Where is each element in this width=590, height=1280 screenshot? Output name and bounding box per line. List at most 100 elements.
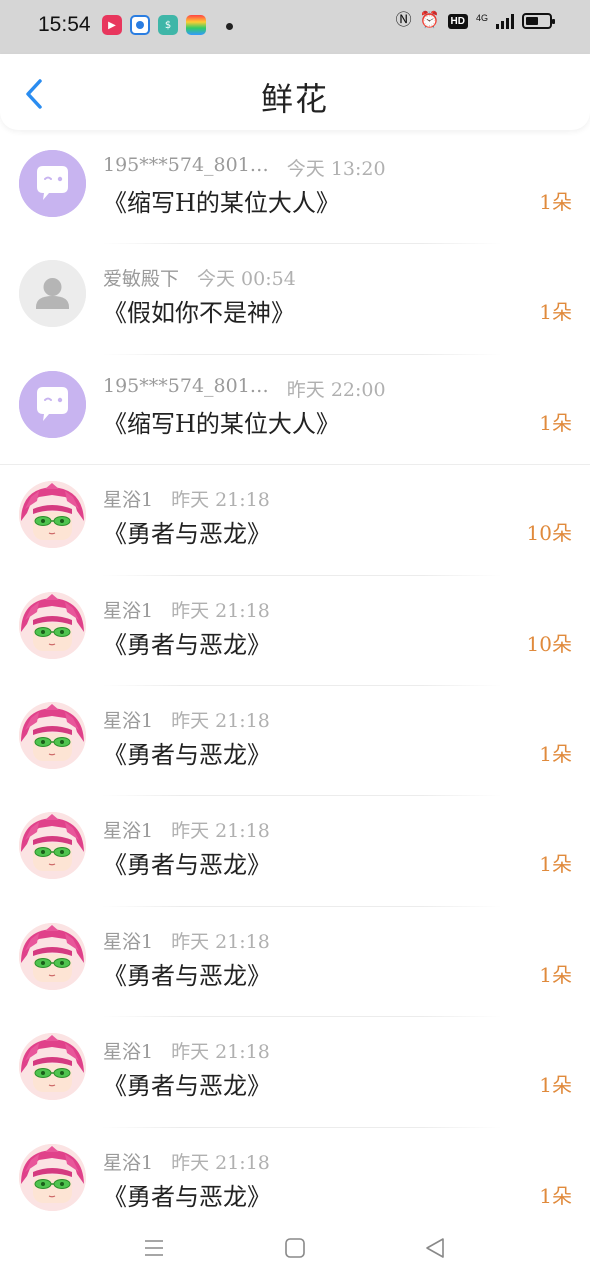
flower-count: 1朵 (539, 741, 572, 766)
sender-name[interactable]: 爱敏殿下 (103, 264, 179, 291)
flower-count: 1朵 (539, 852, 572, 877)
sender-name[interactable]: 195***574_801… (103, 154, 269, 181)
book-title[interactable]: 《勇者与恶龙》 (103, 1066, 271, 1101)
user-placeholder-icon (19, 260, 86, 328)
book-title[interactable]: 《勇者与恶龙》 (103, 1177, 271, 1212)
book-title[interactable]: 《勇者与恶龙》 (103, 514, 271, 549)
back-triangle-icon (426, 1238, 444, 1258)
sender-name[interactable]: 星浴1 (103, 927, 153, 954)
signal-icon (496, 13, 514, 29)
notification-icons: ▶ $ (102, 15, 206, 35)
flower-count: 1朵 (539, 300, 572, 325)
nfc-icon: Ⓝ (395, 12, 412, 29)
avatar[interactable] (19, 922, 86, 990)
security-app-icon: $ (158, 15, 178, 35)
flower-list-item[interactable]: 星浴1 昨天 21:18 《勇者与恶龙》 10朵 (0, 576, 590, 686)
flower-count: 1朵 (539, 962, 572, 987)
chat-bubble-icon (19, 370, 86, 438)
anime-character-icon (19, 701, 86, 769)
recent-apps-button[interactable] (140, 1234, 168, 1262)
avatar[interactable] (19, 260, 86, 328)
system-back-button[interactable] (421, 1234, 449, 1262)
browser-app-icon (130, 15, 150, 35)
sender-name[interactable]: 星浴1 (103, 706, 153, 733)
avatar[interactable] (19, 150, 86, 217)
book-title[interactable]: 《勇者与恶龙》 (103, 845, 271, 880)
flower-list: 195***574_801… 今天 13:20 《缩写H的某位大人》 1朵 爱敏殿下今… (0, 134, 590, 1238)
anime-character-icon (19, 481, 86, 549)
flower-list-item[interactable]: 星浴1 昨天 21:18 《勇者与恶龙》 1朵 (0, 1017, 590, 1128)
sender-name[interactable]: 星浴1 (103, 1037, 153, 1064)
book-title[interactable]: 《勇者与恶龙》 (103, 735, 271, 770)
sender-meta: 爱敏殿下 今天 00:54 (103, 264, 296, 291)
sent-time: 昨天 21:18 (171, 1151, 270, 1174)
sender-meta: 星浴1 昨天 21:18 (103, 1148, 270, 1175)
sender-meta: 星浴1 昨天 21:18 (103, 706, 270, 733)
status-bar: 15:54 ▶ $ Ⓝ ⏰ HD 4G (0, 0, 590, 54)
anime-character-icon (19, 1033, 86, 1101)
book-title[interactable]: 《缩写H的某位大人》 (103, 183, 340, 218)
menu-icon (145, 1240, 163, 1256)
home-icon (285, 1238, 305, 1258)
avatar[interactable] (19, 1143, 86, 1211)
avatar[interactable] (19, 481, 86, 549)
flower-list-item[interactable]: 星浴1 昨天 21:18 《勇者与恶龙》 1朵 (0, 796, 590, 907)
avatar[interactable] (19, 370, 86, 438)
book-title[interactable]: 《勇者与恶龙》 (103, 625, 271, 660)
flower-list-item[interactable]: 195***574_801… 今天 13:20 《缩写H的某位大人》 1朵 (0, 134, 590, 245)
book-title[interactable]: 《勇者与恶龙》 (103, 956, 271, 991)
video-app-icon: ▶ (102, 15, 122, 35)
flower-count: 10朵 (526, 631, 572, 656)
sender-name[interactable]: 星浴1 (103, 596, 153, 623)
sender-name[interactable]: 星浴1 (103, 816, 153, 843)
home-button[interactable] (281, 1234, 309, 1262)
sender-meta: 195***574_801… 昨天 22:00 (103, 375, 386, 402)
sender-meta: 星浴1 昨天 21:18 (103, 596, 270, 623)
alarm-icon: ⏰ (419, 12, 440, 29)
flower-list-item[interactable]: 爱敏殿下 今天 00:54 《假如你不是神》 1朵 (0, 244, 590, 355)
header: 鲜花 (0, 54, 590, 130)
sender-meta: 星浴1 昨天 21:18 (103, 1037, 270, 1064)
avatar[interactable] (19, 701, 86, 769)
chat-bubble-icon (19, 150, 86, 217)
sender-meta: 195***574_801… 今天 13:20 (103, 154, 386, 181)
battery-icon (522, 13, 555, 29)
system-nav-bar (0, 1216, 590, 1280)
sender-name[interactable]: 星浴1 (103, 1148, 153, 1175)
sent-time: 今天 00:54 (197, 268, 296, 291)
book-title[interactable]: 《假如你不是神》 (103, 293, 295, 328)
sent-time: 昨天 21:18 (171, 930, 270, 953)
hd-badge: HD (447, 13, 468, 29)
flower-list-item[interactable]: 星浴1 昨天 21:18 《勇者与恶龙》 1朵 (0, 686, 590, 797)
sent-time: 昨天 21:18 (171, 1041, 270, 1064)
sender-meta: 星浴1 昨天 21:18 (103, 816, 270, 843)
anime-character-icon (19, 812, 86, 880)
sent-time: 昨天 22:00 (286, 378, 386, 401)
flower-count: 1朵 (539, 1073, 572, 1098)
sent-time: 昨天 21:18 (171, 489, 270, 512)
sender-meta: 星浴1 昨天 21:18 (103, 927, 270, 954)
sent-time: 昨天 21:18 (171, 820, 270, 843)
sender-meta: 星浴1 昨天 21:18 (103, 485, 270, 512)
anime-character-icon (19, 1143, 86, 1211)
book-title[interactable]: 《缩写H的某位大人》 (103, 404, 340, 439)
status-right-icons: Ⓝ ⏰ HD 4G (395, 12, 555, 29)
sender-name[interactable]: 195***574_801… (103, 375, 269, 402)
battery-fill (526, 17, 539, 25)
page-title: 鲜花 (260, 80, 329, 118)
flower-list-item[interactable]: 195***574_801… 昨天 22:00 《缩写H的某位大人》 1朵 (0, 355, 590, 466)
flower-count: 1朵 (539, 410, 572, 435)
flower-count: 1朵 (539, 190, 572, 214)
avatar[interactable] (19, 591, 86, 659)
sent-time: 昨天 21:18 (171, 599, 270, 622)
wallet-app-icon (186, 15, 206, 35)
flower-list-item[interactable]: 星浴1 昨天 21:18 《勇者与恶龙》 1朵 (0, 907, 590, 1018)
sender-name[interactable]: 星浴1 (103, 485, 153, 512)
avatar[interactable] (19, 812, 86, 880)
more-notifications-dot (226, 23, 233, 30)
anime-character-icon (19, 922, 86, 990)
sent-time: 今天 13:20 (286, 158, 386, 180)
avatar[interactable] (19, 1033, 86, 1101)
flower-list-item[interactable]: 星浴1 昨天 21:18 《勇者与恶龙》 10朵 (0, 465, 590, 576)
flower-count: 10朵 (526, 521, 572, 546)
